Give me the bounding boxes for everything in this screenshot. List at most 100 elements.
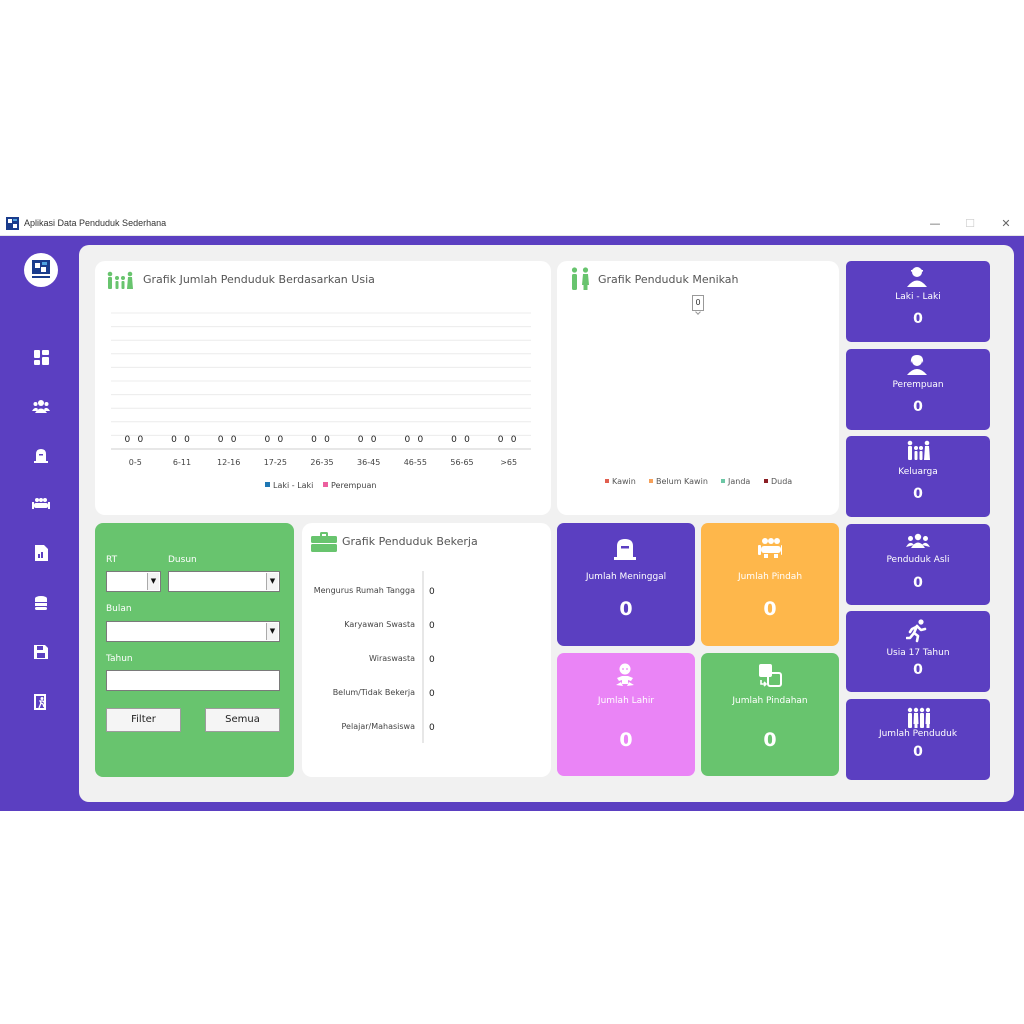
sidebar-item-pindah[interactable] — [30, 493, 52, 515]
legend-label: Janda — [727, 477, 750, 486]
maximize-button[interactable]: ☐ — [955, 214, 985, 233]
window-title: Aplikasi Data Penduduk Sederhana — [24, 218, 167, 228]
sidebar-item-keluar[interactable] — [30, 691, 52, 713]
tombstone-icon — [614, 539, 636, 560]
briefcase-icon — [311, 532, 337, 552]
running-icon — [906, 619, 927, 643]
stat-label: Perempuan — [892, 379, 944, 390]
stat-label: Jumlah Meninggal — [585, 572, 667, 582]
bekerja-chart-card: Grafik Penduduk Bekerja Mengurus Rumah T… — [302, 523, 551, 777]
couple-icon — [571, 267, 589, 290]
family-icon — [907, 440, 930, 460]
data-label: 0 — [311, 435, 317, 445]
menikah-chart-title: Grafik Penduduk Menikah — [598, 273, 739, 286]
gridlines — [111, 312, 531, 450]
transfer-icon — [759, 664, 782, 687]
sidebar-item-penduduk[interactable] — [30, 395, 52, 417]
crowd-icon — [907, 707, 930, 728]
sidebar-item-dashboard[interactable] — [30, 346, 52, 368]
data-label: 0 — [231, 435, 237, 445]
stat-value: 0 — [913, 574, 923, 591]
legend-label: Perempuan — [331, 481, 376, 490]
stat-tile-keluarga: Keluarga 0 — [846, 436, 990, 517]
filter-panel: RT Dusun ▼ ▼ Bulan ▼ Tahun Filter Semua — [95, 523, 294, 777]
bulan-select[interactable]: ▼ — [106, 621, 280, 642]
stat-value: 0 — [913, 743, 923, 760]
app-logo-icon — [6, 217, 19, 230]
report-icon — [34, 545, 48, 561]
legend-label: Laki - Laki — [273, 481, 313, 490]
stat-label: Usia 17 Tahun — [886, 648, 950, 658]
data-label: 0 — [218, 435, 224, 445]
data-label: 0 — [417, 435, 423, 445]
sidebar — [0, 236, 79, 811]
legend-swatch — [265, 482, 270, 487]
legend-swatch — [605, 479, 609, 483]
data-label: 0 — [429, 689, 435, 699]
semua-button[interactable]: Semua — [205, 708, 280, 732]
data-label: 0 — [511, 435, 517, 445]
rt-select[interactable]: ▼ — [106, 571, 161, 592]
female-user-icon — [907, 354, 927, 375]
stat-label: Keluarga — [898, 467, 938, 477]
dusun-select[interactable]: ▼ — [168, 571, 280, 592]
close-button[interactable]: ✕ — [991, 214, 1021, 233]
data-label: 0 — [451, 435, 457, 445]
tombstone-icon — [34, 448, 48, 463]
stat-tile-laki-laki: Laki - Laki 0 — [846, 261, 990, 342]
data-label: 0 — [137, 435, 143, 445]
sidebar-item-database[interactable] — [30, 592, 52, 614]
moving-people-icon — [758, 538, 782, 558]
legend-swatch — [764, 479, 768, 483]
y-tick-label: Karyawan Swasta — [344, 620, 415, 629]
main-content: Grafik Jumlah Penduduk Berdasarkan Usia … — [79, 245, 1014, 802]
menikah-pie-legend: Kawin Belum Kawin Janda Duda — [605, 477, 792, 486]
database-icon — [35, 595, 47, 610]
legend-label: Belum Kawin — [656, 477, 708, 486]
legend-label: Kawin — [612, 477, 636, 486]
logo-icon — [32, 260, 50, 278]
data-label: 0 — [124, 435, 130, 445]
data-label: 0 — [358, 435, 364, 445]
x-tick-label: 46-55 — [404, 458, 427, 467]
stat-label: Laki - Laki — [895, 292, 941, 302]
sidebar-item-laporan[interactable] — [30, 542, 52, 564]
data-label: 0 — [264, 435, 270, 445]
family-icon — [107, 271, 133, 289]
data-label: 0 — [277, 435, 283, 445]
stat-tile-perempuan: Perempuan 0 — [846, 348, 990, 430]
save-icon — [34, 645, 48, 659]
data-label: 0 — [371, 435, 377, 445]
stat-value: 0 — [619, 729, 633, 751]
legend-label: Duda — [771, 477, 792, 486]
stat-label: Jumlah Penduduk — [878, 728, 958, 739]
filter-button[interactable]: Filter — [106, 708, 181, 732]
y-tick-label: Belum/Tidak Bekerja — [333, 688, 415, 697]
app-window: Aplikasi Data Penduduk Sederhana — ☐ ✕ G… — [0, 212, 1024, 811]
x-tick-label: 0-5 — [129, 458, 142, 467]
data-label: 0 — [324, 435, 330, 445]
stat-value: 0 — [763, 729, 777, 751]
sidebar-item-simpan[interactable] — [30, 641, 52, 663]
users-icon — [32, 400, 50, 413]
usia-bar-chart: 0 00-50 06-110 012-160 017-250 026-350 036-450… — [111, 312, 531, 490]
stat-label: Jumlah Lahir — [597, 696, 655, 706]
app-logo — [24, 253, 58, 287]
title-bar[interactable]: Aplikasi Data Penduduk Sederhana — ☐ ✕ — [0, 212, 1024, 236]
usia-chart-card: Grafik Jumlah Penduduk Berdasarkan Usia … — [95, 261, 551, 515]
chevron-down-icon: ▼ — [266, 573, 278, 590]
baby-icon — [616, 663, 634, 686]
stat-value: 0 — [913, 398, 923, 415]
minimize-button[interactable]: — — [920, 214, 950, 233]
chevron-down-icon: ▼ — [266, 623, 278, 640]
data-label: 0 — [429, 587, 435, 597]
data-label: 0 — [184, 435, 190, 445]
sidebar-item-meninggal[interactable] — [30, 444, 52, 466]
stat-tile-jumlah-pindahan: Jumlah Pindahan 0 — [701, 653, 839, 776]
data-label: 0 — [429, 655, 435, 665]
stat-value: 0 — [913, 486, 923, 502]
tahun-input[interactable] — [106, 670, 280, 691]
stat-tile-jumlah-pindah: Jumlah Pindah 0 — [701, 523, 839, 646]
stat-label: Jumlah Pindah — [737, 572, 803, 582]
y-tick-label: Mengurus Rumah Tangga — [314, 586, 415, 595]
